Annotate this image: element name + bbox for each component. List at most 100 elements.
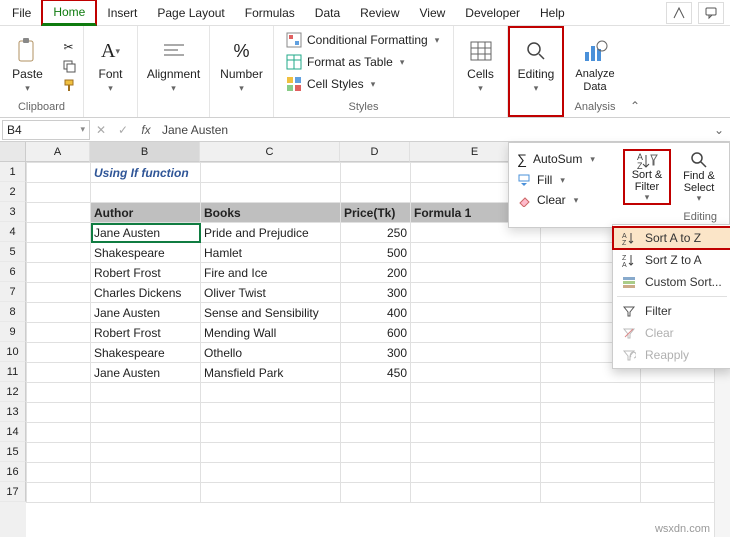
cell[interactable] xyxy=(641,443,721,463)
cell[interactable] xyxy=(201,183,341,203)
cell[interactable] xyxy=(27,383,91,403)
menu-filter[interactable]: Filter xyxy=(613,300,730,322)
cell[interactable] xyxy=(201,423,341,443)
cell[interactable] xyxy=(27,343,91,363)
font-button[interactable]: A▾ Font ▾ xyxy=(87,35,135,97)
tab-view[interactable]: View xyxy=(410,2,456,24)
cell[interactable] xyxy=(27,283,91,303)
cell[interactable] xyxy=(201,163,341,183)
cell[interactable] xyxy=(91,483,201,503)
editing-button[interactable]: Editing ▾ xyxy=(512,35,560,97)
autosum-button[interactable]: ∑ AutoSum xyxy=(515,149,617,169)
cell[interactable]: Books xyxy=(201,203,341,223)
cell[interactable]: Using If function xyxy=(91,163,201,183)
fill-button[interactable]: Fill xyxy=(515,171,617,189)
paste-button[interactable]: Paste ▾ xyxy=(4,35,52,97)
row-header[interactable]: 4 xyxy=(0,222,26,242)
cell[interactable]: Oliver Twist xyxy=(201,283,341,303)
cell[interactable] xyxy=(541,423,641,443)
cell[interactable] xyxy=(27,363,91,383)
col-header[interactable]: B xyxy=(90,142,200,162)
cell[interactable]: 400 xyxy=(341,303,411,323)
cell[interactable] xyxy=(27,423,91,443)
cell[interactable] xyxy=(411,483,541,503)
cell[interactable]: Hamlet xyxy=(201,243,341,263)
tab-page-layout[interactable]: Page Layout xyxy=(147,2,234,24)
cell[interactable] xyxy=(27,403,91,423)
copy-button[interactable] xyxy=(58,57,80,75)
cell[interactable] xyxy=(27,223,91,243)
cell[interactable] xyxy=(411,383,541,403)
cell[interactable] xyxy=(341,443,411,463)
row-header[interactable]: 3 xyxy=(0,202,26,222)
cell[interactable]: Jane Austen xyxy=(91,223,201,243)
cell[interactable]: 250 xyxy=(341,223,411,243)
name-box[interactable]: B4▾ xyxy=(2,120,90,140)
row-header[interactable]: 1 xyxy=(0,162,26,182)
cell[interactable] xyxy=(27,443,91,463)
fx-icon[interactable]: fx xyxy=(134,123,158,137)
sort-filter-button[interactable]: AZ Sort & Filter▾ xyxy=(623,149,671,205)
select-all-corner[interactable] xyxy=(0,142,26,162)
cell[interactable]: Robert Frost xyxy=(91,323,201,343)
cell[interactable] xyxy=(411,343,541,363)
cell-styles-button[interactable]: Cell Styles xyxy=(282,74,379,94)
row-header[interactable]: 13 xyxy=(0,402,26,422)
row-header[interactable]: 15 xyxy=(0,442,26,462)
cell[interactable] xyxy=(641,483,721,503)
cell[interactable]: 300 xyxy=(341,343,411,363)
cell[interactable]: Jane Austen xyxy=(91,303,201,323)
cell[interactable] xyxy=(411,243,541,263)
cell[interactable] xyxy=(641,383,721,403)
cell[interactable] xyxy=(201,463,341,483)
col-header[interactable]: C xyxy=(200,142,340,162)
cell[interactable]: Shakespeare xyxy=(91,343,201,363)
cell[interactable] xyxy=(27,263,91,283)
cell[interactable] xyxy=(91,403,201,423)
alignment-button[interactable]: Alignment ▾ xyxy=(150,35,198,97)
row-header[interactable]: 9 xyxy=(0,322,26,342)
cell[interactable] xyxy=(27,463,91,483)
tab-help[interactable]: Help xyxy=(530,2,575,24)
menu-sort-a-to-z[interactable]: AZ Sort A to Z xyxy=(613,227,730,249)
row-header[interactable]: 6 xyxy=(0,262,26,282)
cell[interactable] xyxy=(641,423,721,443)
cell[interactable] xyxy=(411,363,541,383)
row-header[interactable]: 5 xyxy=(0,242,26,262)
cell[interactable]: Author xyxy=(91,203,201,223)
tab-home[interactable]: Home xyxy=(41,0,97,26)
cell[interactable]: Shakespeare xyxy=(91,243,201,263)
cell[interactable]: Price(Tk) xyxy=(341,203,411,223)
cut-button[interactable]: ✂ xyxy=(58,38,80,56)
cell[interactable]: 200 xyxy=(341,263,411,283)
row-header[interactable]: 12 xyxy=(0,382,26,402)
format-as-table-button[interactable]: Format as Table xyxy=(282,52,408,72)
cell[interactable]: Fire and Ice xyxy=(201,263,341,283)
cell[interactable]: Robert Frost xyxy=(91,263,201,283)
cell[interactable] xyxy=(411,423,541,443)
cell[interactable] xyxy=(27,163,91,183)
cell[interactable]: 600 xyxy=(341,323,411,343)
format-painter-button[interactable] xyxy=(58,76,80,94)
cell[interactable] xyxy=(411,463,541,483)
cell[interactable] xyxy=(541,383,641,403)
cell[interactable] xyxy=(411,443,541,463)
cell[interactable]: Mending Wall xyxy=(201,323,341,343)
row-header[interactable]: 8 xyxy=(0,302,26,322)
cell[interactable] xyxy=(201,443,341,463)
cell[interactable] xyxy=(27,323,91,343)
cell[interactable] xyxy=(411,403,541,423)
cell[interactable] xyxy=(541,463,641,483)
cell[interactable] xyxy=(411,303,541,323)
number-button[interactable]: % Number ▾ xyxy=(218,35,266,97)
cell[interactable]: 300 xyxy=(341,283,411,303)
cell[interactable] xyxy=(341,383,411,403)
cell[interactable] xyxy=(411,323,541,343)
cell[interactable] xyxy=(641,463,721,483)
col-header[interactable]: A xyxy=(26,142,90,162)
cell[interactable] xyxy=(541,483,641,503)
formula-input[interactable]: Jane Austen xyxy=(158,123,708,137)
find-select-button[interactable]: Find & Select▾ xyxy=(675,149,723,205)
cell[interactable]: Othello xyxy=(201,343,341,363)
cell[interactable] xyxy=(341,483,411,503)
